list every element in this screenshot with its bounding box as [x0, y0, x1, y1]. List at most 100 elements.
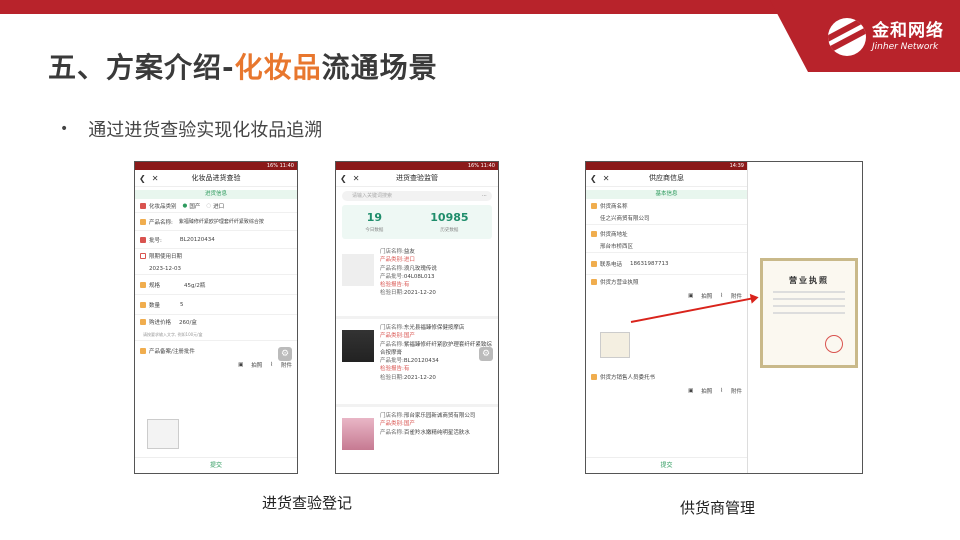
paperclip-icon[interactable]: ⌇ — [720, 388, 723, 394]
proxy-icon — [591, 374, 597, 380]
product-category: 国产 — [403, 421, 415, 428]
address-value[interactable]: 邢台市桥西区 — [586, 241, 747, 253]
product-name-value[interactable]: 紫福臻修纤紧欧护理套纤纤紧致综合按 — [179, 218, 264, 225]
batch-value[interactable]: BL20120434 — [180, 237, 215, 243]
record-card[interactable]: 门店名称:益友 产品类别:进口 产品名称:浪凡玫瑰传说 产品批号:04L08L0… — [336, 243, 498, 319]
supplier-name-label: 供货商名称 — [600, 204, 628, 210]
store-name: 益友 — [403, 249, 415, 255]
more-icon[interactable]: ⋯ — [482, 191, 487, 201]
radio-import-icon[interactable]: ○ — [206, 203, 211, 209]
status-bar: 16% 11:40 — [135, 162, 297, 170]
title-highlight: 化妆品 — [234, 51, 322, 84]
caption-left: 进货查验登记 — [262, 494, 353, 512]
inspection-report: 有 — [403, 282, 410, 289]
nav-bar: ❮ ✕ 供应商信息 — [586, 170, 747, 187]
price-label: 购进价格 — [149, 320, 172, 326]
record-card[interactable]: 门店名称:东光县福臻修保健按摩店 产品类别:国产 产品名称:紫福臻修纤纤紧欧护理… — [336, 319, 498, 407]
section-banner: 基本信息 — [586, 190, 747, 199]
phone-row[interactable]: 联系电话 18631987713 — [586, 253, 747, 275]
qty-value[interactable]: 5 — [180, 302, 184, 308]
proxy-row: 供货方销售人员委托书 — [586, 370, 660, 384]
phone-label: 联系电话 — [600, 261, 623, 268]
qty-label: 数量 — [149, 302, 161, 309]
certificate-line — [773, 298, 845, 300]
license-thumbnail[interactable] — [600, 332, 630, 358]
bullet-point: • 通过进货查验实现化妆品追溯 — [60, 116, 322, 142]
camera-icon[interactable]: ▣ — [688, 293, 693, 299]
nav-bar: ❮ ✕ 进货查验监管 — [336, 170, 498, 187]
bullet-text: 通过进货查验实现化妆品追溯 — [88, 120, 323, 141]
nav-bar: ❮ ✕ 化妆品进货查验 — [135, 170, 297, 187]
supplier-name-value[interactable]: 佳之兴商贸有限公司 — [586, 213, 747, 225]
record-card[interactable]: 门店名称:邢台家乐园新诚商贸有限公司 产品类别:国产 产品名称:百雀羚水嫩精纯明… — [336, 407, 498, 473]
product-batch: 04L08L013 — [403, 273, 435, 280]
price-icon — [140, 319, 146, 325]
spec-icon — [140, 281, 146, 288]
submit-button[interactable]: 提交 — [586, 457, 747, 473]
product-name: 百雀羚水嫩精纯明星活肤水 — [403, 429, 470, 436]
address-label: 供货商地址 — [600, 232, 628, 238]
radio-domestic-icon[interactable]: ● — [183, 203, 188, 209]
supplier-icon — [591, 203, 597, 209]
batch-label: 批号: — [149, 237, 162, 244]
license-row: 供货方营业执照 — [586, 275, 747, 289]
radio-import-label[interactable]: 进口 — [213, 202, 224, 210]
expiry-value[interactable]: 2023-12-03 — [135, 263, 297, 275]
caption-right: 供货商管理 — [680, 499, 756, 517]
supplier-name-row: 供货商名称 — [586, 199, 747, 213]
uploaded-document-thumbnail[interactable] — [147, 419, 179, 449]
photo-button[interactable]: 拍照 — [701, 387, 712, 395]
filing-label: 产品备案/注册批件 — [149, 349, 195, 355]
seal-icon — [825, 335, 843, 353]
camera-icon[interactable]: ▣ — [238, 362, 243, 368]
product-name-row[interactable]: 产品名称: 紫福臻修纤紧欧护理套纤纤紧致综合按 — [135, 213, 297, 231]
status-bar: 14:39 — [586, 162, 747, 170]
inspection-date: 2021-12-20 — [403, 290, 436, 297]
location-icon — [591, 231, 597, 237]
photo-button[interactable]: 拍照 — [251, 361, 262, 369]
spec-row[interactable]: 规格 45g/2瓶 — [135, 275, 297, 295]
stats-panel: 19 今日数据 10985 历史数据 — [342, 205, 492, 239]
inspection-report: 有 — [403, 366, 410, 373]
paperclip-icon[interactable]: ⌇ — [270, 362, 273, 368]
settings-float-icon[interactable]: ⚙ — [479, 347, 493, 361]
settings-float-icon[interactable]: ⚙ — [278, 347, 292, 361]
product-thumbnail — [342, 330, 374, 362]
qty-row[interactable]: 数量 5 — [135, 295, 297, 315]
proxy-label: 供货方销售人员委托书 — [600, 375, 656, 381]
logo-globe-icon — [828, 18, 866, 56]
batch-row[interactable]: 批号: BL20120434 — [135, 231, 297, 249]
business-license-image: 营业执照 — [760, 258, 858, 368]
today-count: 19 — [366, 211, 383, 224]
phone-icon — [591, 260, 597, 267]
submit-button[interactable]: 提交 — [135, 457, 297, 473]
certificate-line — [773, 291, 845, 293]
certificate-line — [773, 312, 845, 314]
spec-value[interactable]: 45g/2瓶 — [184, 281, 205, 289]
radio-domestic-label[interactable]: 国产 — [189, 202, 200, 210]
product-thumbnail — [342, 418, 374, 450]
expiry-label: 限期使用日期 — [149, 254, 183, 260]
title-prefix: 五、方案介绍- — [48, 51, 235, 84]
product-category: 进口 — [403, 257, 415, 264]
screen-title: 化妆品进货查验 — [191, 174, 241, 182]
attach-button[interactable]: 附件 — [731, 387, 742, 395]
photo-button[interactable]: 拍照 — [701, 292, 712, 300]
price-value[interactable]: 260/盒 — [179, 318, 197, 326]
attach-button[interactable]: 附件 — [281, 361, 292, 369]
search-input[interactable]: 请输入关键词搜索 ⋯ — [342, 191, 492, 201]
phone-value[interactable]: 18631987713 — [630, 261, 669, 267]
paperclip-icon[interactable]: ⌇ — [720, 293, 723, 299]
camera-icon[interactable]: ▣ — [688, 388, 693, 394]
upload-actions: ▣ 拍照 ⌇ 附件 — [586, 289, 747, 303]
price-row[interactable]: 购进价格 260/盒 — [135, 315, 297, 329]
today-label: 今日数据 — [365, 228, 384, 233]
product-thumbnail — [342, 254, 374, 286]
title-suffix: 流通场景 — [321, 51, 438, 84]
product-icon — [140, 218, 146, 225]
batch-icon — [140, 236, 146, 243]
supplier-screen: 14:39 ❮ ✕ 供应商信息 基本信息 供货商名称 佳之兴商贸有限公司 供货商… — [586, 162, 748, 473]
brand-logo: 金和网络 Jinher Network — [828, 18, 944, 56]
status-bar: 16% 11:40 — [336, 162, 498, 170]
logo-en-text: Jinher Network — [872, 41, 939, 52]
